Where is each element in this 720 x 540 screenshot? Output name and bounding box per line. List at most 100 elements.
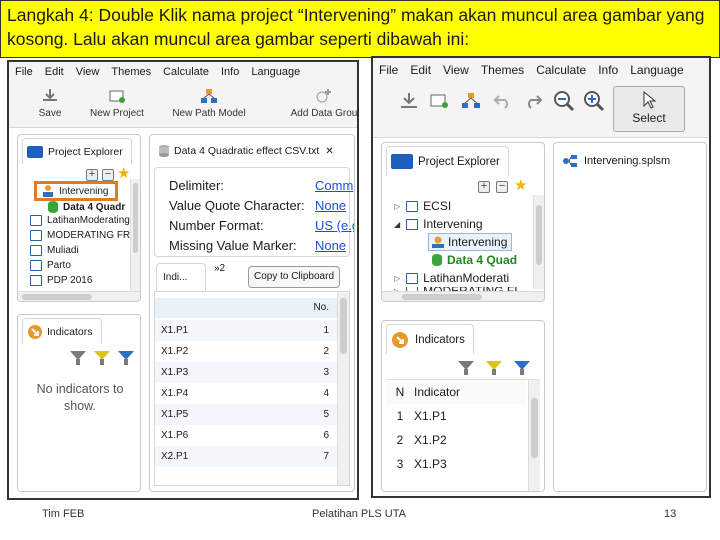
- undo-icon[interactable]: [493, 92, 513, 110]
- tree-item-intervening-folder[interactable]: ◢ Intervening: [394, 217, 483, 231]
- horizontal-scrollbar[interactable]: [382, 291, 544, 301]
- document-icon: [30, 215, 42, 226]
- new-project-button[interactable]: New Project: [87, 88, 147, 119]
- close-icon[interactable]: ✕: [325, 146, 333, 157]
- document-icon: [30, 275, 42, 286]
- tab-data-file[interactable]: Data 4 Quadratic effect CSV.txt ✕: [154, 138, 342, 164]
- zoom-out-icon[interactable]: [553, 90, 575, 112]
- filter-yellow-icon[interactable]: [486, 361, 502, 375]
- filter-blue-icon[interactable]: [514, 361, 530, 375]
- star-icon[interactable]: ★: [514, 178, 527, 193]
- tab-model-file[interactable]: Intervening.splsm: [558, 146, 679, 176]
- menu-view[interactable]: View: [437, 63, 475, 77]
- new-project-icon[interactable]: [429, 92, 449, 110]
- menu-info[interactable]: Info: [215, 66, 245, 78]
- add-data-group-button[interactable]: Add Data Grou: [289, 88, 357, 119]
- add-icon[interactable]: +: [478, 181, 490, 193]
- tree-item-data-4-quadr[interactable]: Data 4 Quadr: [48, 201, 125, 213]
- menu-file[interactable]: File: [9, 66, 39, 78]
- tree-item-intervening-model[interactable]: Intervening: [428, 233, 513, 251]
- menu-themes[interactable]: Themes: [475, 63, 530, 77]
- table-row[interactable]: X1.P4 4: [155, 383, 337, 404]
- horizontal-scrollbar[interactable]: [18, 291, 140, 301]
- table-row[interactable]: 1 X1.P1: [386, 404, 526, 428]
- folder-icon: [391, 154, 413, 169]
- tab-indicators-small[interactable]: Indi...: [156, 263, 206, 291]
- filter-icon[interactable]: [70, 351, 86, 365]
- menu-file[interactable]: File: [373, 63, 404, 77]
- tree-item-latihanmoderati[interactable]: ▷ LatihanModerati: [394, 271, 509, 285]
- save-icon: [43, 89, 57, 101]
- remove-icon[interactable]: −: [102, 169, 114, 181]
- tree-item-muliadi[interactable]: Muliadi: [30, 245, 79, 256]
- table-body: X1.P1 1 X1.P2 2 X1.P3 3 X1.P4 4 X1.P5 5 X1.P6 6 X2.P…: [155, 320, 349, 485]
- tab-project-explorer[interactable]: Project Explorer: [386, 146, 509, 176]
- menu-calculate[interactable]: Calculate: [530, 63, 592, 77]
- slide-headline: Langkah 4: Double Klik nama project “Int…: [0, 0, 720, 58]
- tree-item-ecsi[interactable]: ▷ ECSI: [394, 199, 451, 213]
- table-row[interactable]: X1.P6 6: [155, 425, 337, 446]
- star-icon[interactable]: ★: [117, 166, 130, 181]
- table-row[interactable]: X1.P2 2: [155, 341, 337, 362]
- indicators-icon: [28, 324, 42, 339]
- table-scrollbar[interactable]: [337, 292, 349, 485]
- vertical-scrollbar[interactable]: [533, 195, 544, 289]
- tab-indicators[interactable]: Indicators: [22, 318, 102, 344]
- data-file-icon: [159, 145, 169, 157]
- table-row[interactable]: 2 X1.P2: [386, 428, 526, 452]
- menu-view[interactable]: View: [70, 66, 106, 78]
- expand-icon[interactable]: ▷: [394, 274, 400, 283]
- filter-blue-icon[interactable]: [118, 351, 134, 365]
- menu-calculate[interactable]: Calculate: [157, 66, 215, 78]
- filter-icon[interactable]: [458, 361, 474, 375]
- new-path-model-button[interactable]: New Path Model: [169, 88, 249, 119]
- tree-item-pdp-2016[interactable]: PDP 2016: [30, 275, 92, 286]
- tree-item-parto[interactable]: Parto: [30, 260, 71, 271]
- row-number-cell: 3: [396, 457, 404, 471]
- vertical-scrollbar[interactable]: [130, 179, 140, 291]
- table-row[interactable]: X1.P1 1: [155, 320, 337, 341]
- remove-icon[interactable]: −: [496, 181, 508, 193]
- missing-value-value[interactable]: None: [315, 238, 346, 253]
- table-row[interactable]: X1.P5 5: [155, 404, 337, 425]
- menu-language[interactable]: Language: [245, 66, 306, 78]
- table-scrollbar[interactable]: [528, 380, 540, 491]
- tab-overflow[interactable]: »2: [214, 263, 225, 274]
- tree-item-intervening[interactable]: Intervening: [42, 185, 108, 197]
- copy-to-clipboard-button[interactable]: Copy to Clipboard: [248, 266, 340, 288]
- quote-value[interactable]: None: [315, 198, 346, 213]
- tab-project-explorer[interactable]: Project Explorer: [22, 138, 132, 164]
- path-model-icon[interactable]: [461, 92, 481, 110]
- menu-edit[interactable]: Edit: [39, 66, 70, 78]
- table-row[interactable]: X2.P1 7: [155, 446, 337, 467]
- delimiter-value[interactable]: Comm: [315, 178, 353, 193]
- select-tool-button[interactable]: Select: [613, 86, 685, 132]
- menu-edit[interactable]: Edit: [404, 63, 437, 77]
- tree-item-moderating-fr[interactable]: MODERATING FR: [30, 230, 130, 241]
- table-row[interactable]: X1.P3 3: [155, 362, 337, 383]
- collapse-icon[interactable]: ◢: [394, 220, 400, 229]
- number-format-value[interactable]: US (e.g: [315, 218, 354, 233]
- menu-language[interactable]: Language: [624, 63, 689, 77]
- menu-themes[interactable]: Themes: [105, 66, 157, 78]
- tree-item-data-4-quad[interactable]: Data 4 Quad: [432, 253, 517, 267]
- select-label: Select: [632, 111, 666, 125]
- save-icon[interactable]: [399, 92, 419, 110]
- add-data-group-icon: [316, 89, 331, 103]
- redo-icon[interactable]: [523, 92, 543, 110]
- save-label: Save: [38, 108, 62, 119]
- indicator-number-cell: 1: [323, 325, 329, 336]
- save-button[interactable]: Save: [35, 88, 65, 119]
- footer-page-number: 13: [664, 508, 677, 520]
- tree-item-label: Data 4 Quad: [447, 253, 518, 267]
- indicator-number-cell: 5: [323, 409, 329, 420]
- expand-icon[interactable]: ▷: [394, 202, 400, 211]
- tree-item-latihanmoderating[interactable]: LatihanModerating: [30, 215, 130, 226]
- add-icon[interactable]: +: [86, 169, 98, 181]
- filter-yellow-icon[interactable]: [94, 351, 110, 365]
- table-row[interactable]: 3 X1.P3: [386, 452, 526, 476]
- tab-indicators[interactable]: Indicators: [386, 324, 474, 354]
- document-icon: [406, 200, 419, 212]
- menu-info[interactable]: Info: [592, 63, 624, 77]
- zoom-in-icon[interactable]: [583, 90, 605, 112]
